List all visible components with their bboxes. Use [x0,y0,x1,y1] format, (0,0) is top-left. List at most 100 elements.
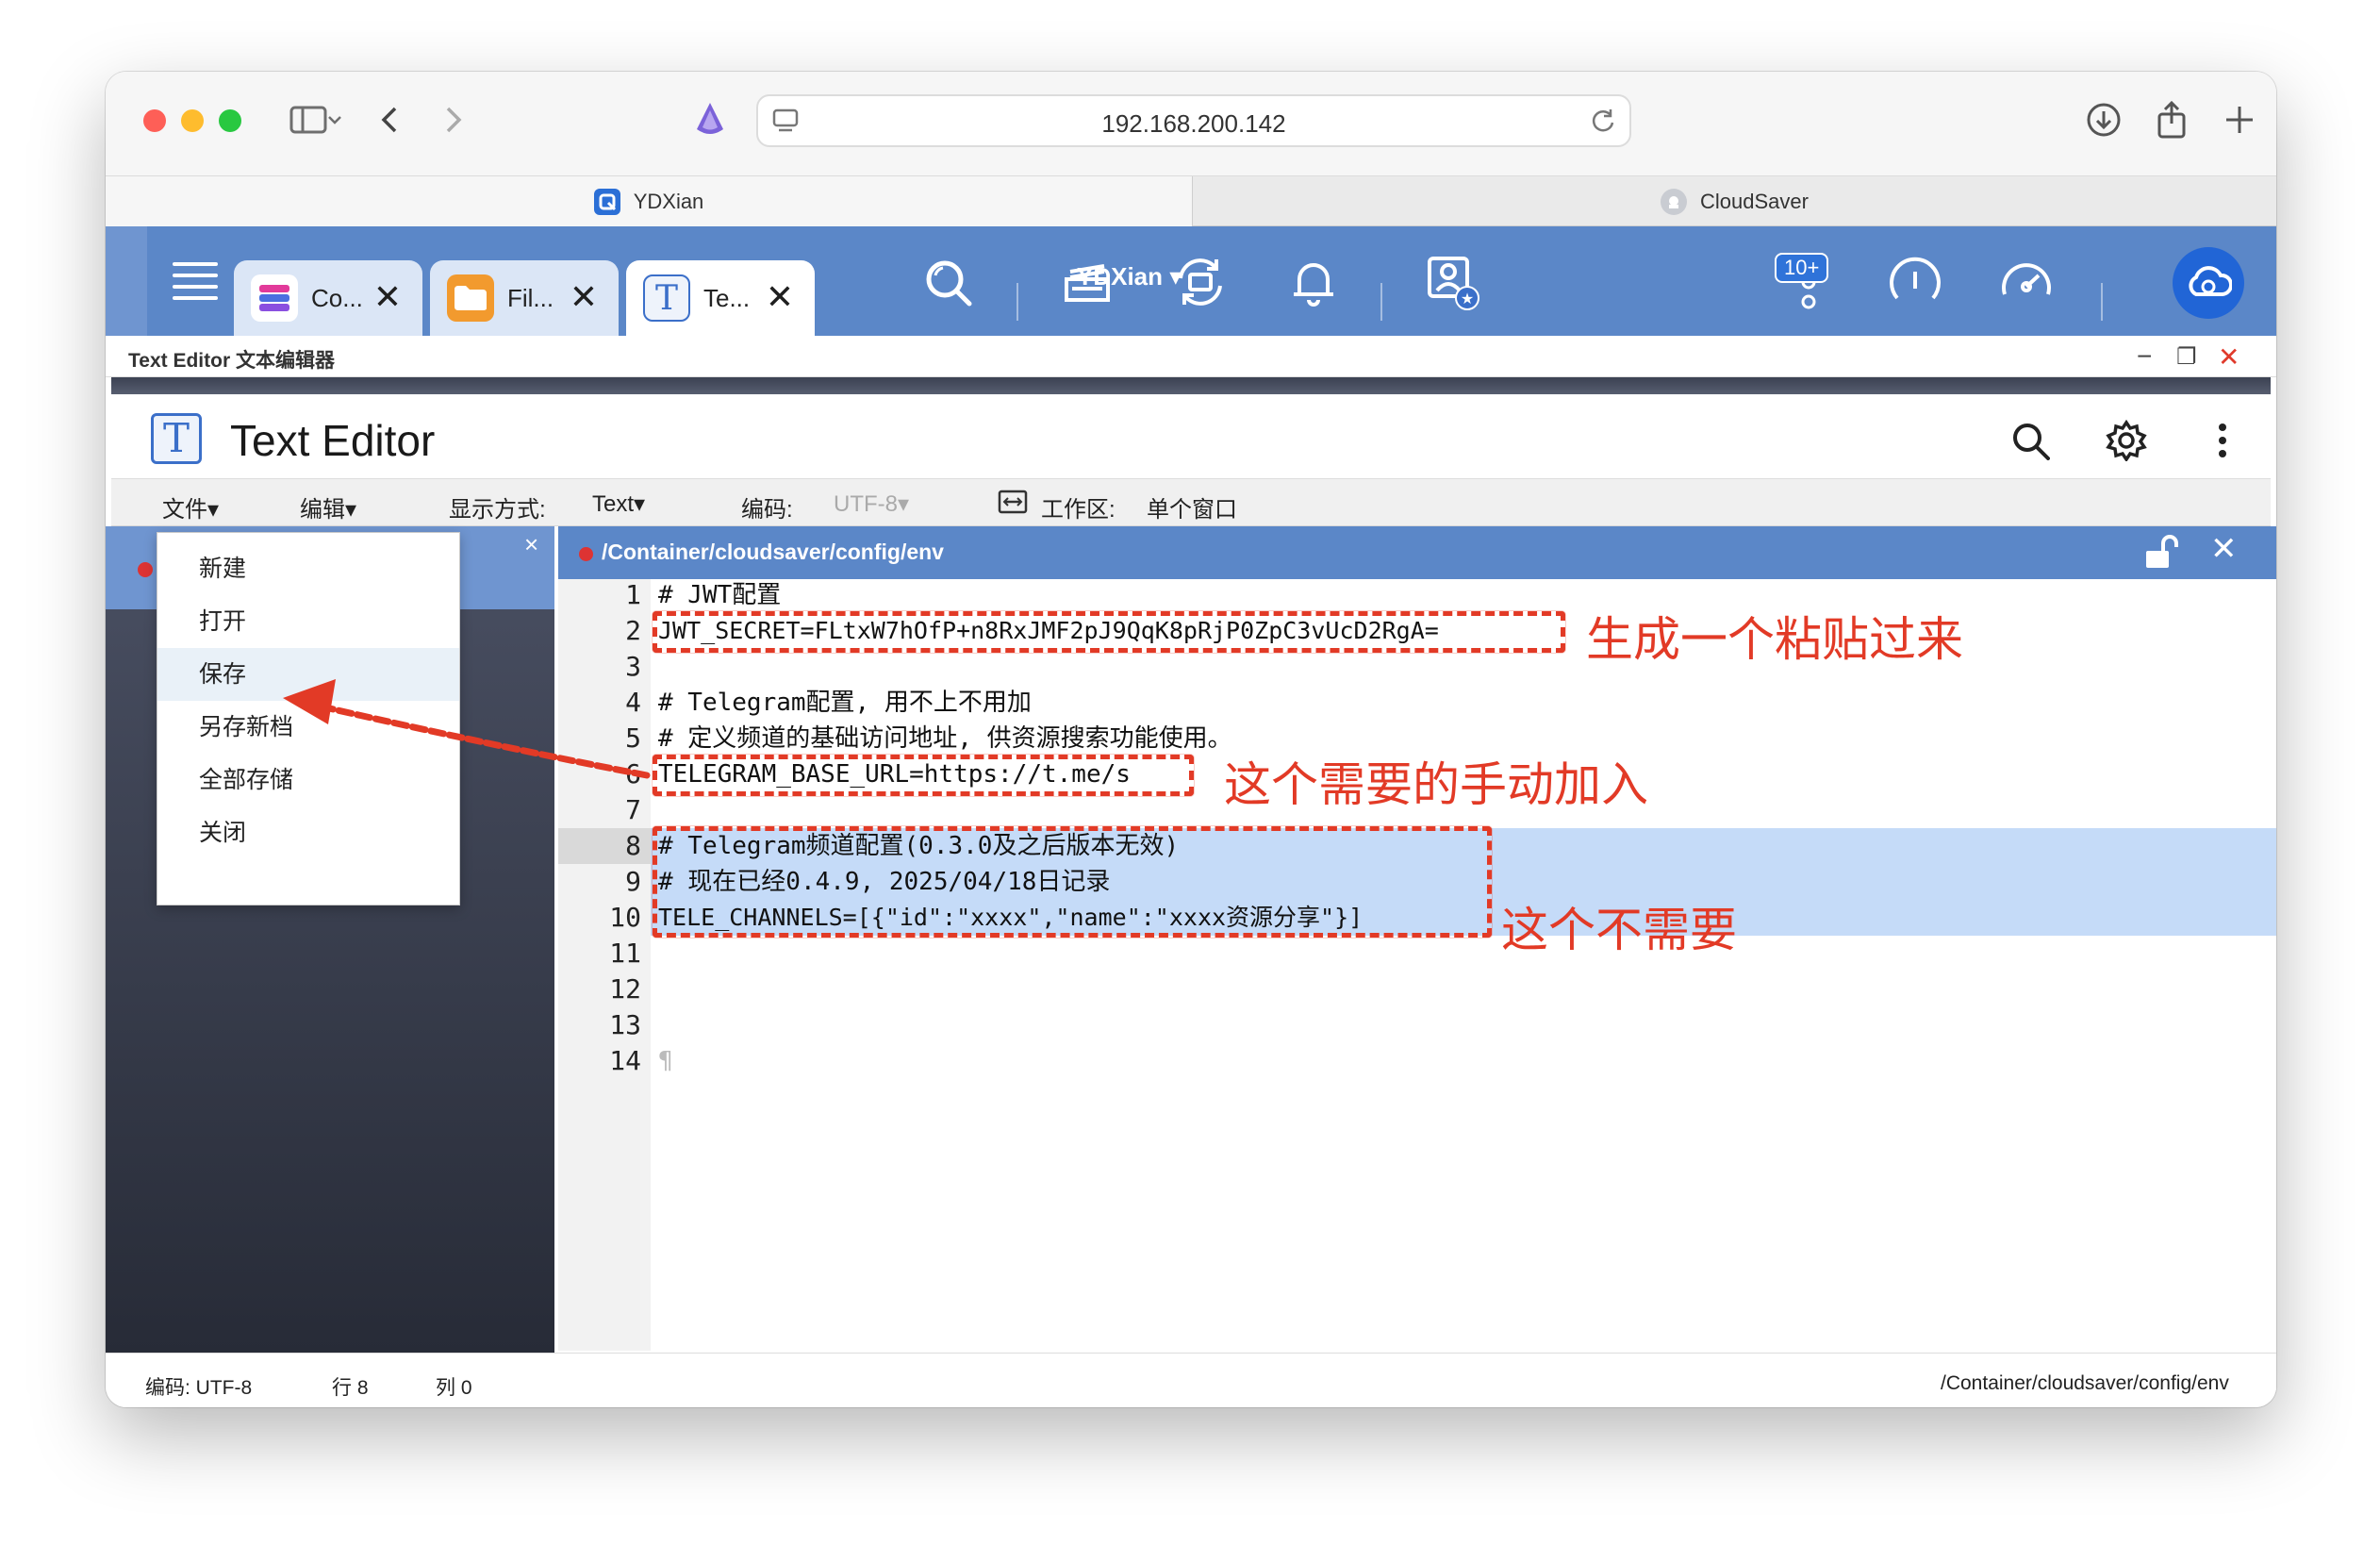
line-number: 13 [609,1009,641,1040]
text-editor-logo-icon: T [151,413,202,464]
code-line: # JWT配置 [658,581,782,609]
title-divider [111,377,2271,394]
menu-bar: 文件▾ 编辑▾ 显示方式: Text▾ 编码: UTF-8▾ 工作区: 单个窗口 [111,479,2271,526]
system-status-icon[interactable] [1886,253,1944,311]
username-dropdown[interactable]: YDXian ▾ [1077,262,1182,291]
address-bar[interactable]: 192.168.200.142 [756,94,1631,147]
restore-icon[interactable]: ❐ [2176,343,2197,371]
download-icon[interactable] [2080,96,2127,143]
code-line: # 定义频道的基础访问地址, 供资源搜索功能使用。 [658,724,1232,753]
menu-item-save[interactable]: 保存 [157,648,459,701]
annotation-text: 生成一个粘贴过来 [1586,612,1963,667]
close-icon[interactable]: ✕ [766,277,794,317]
forward-icon[interactable] [430,96,477,143]
line-number: 9 [625,866,641,897]
qts-app-tab-file-station[interactable]: Fil... ✕ [430,260,619,336]
menu-file[interactable]: 文件▾ [162,490,219,523]
line-number: 11 [609,938,641,969]
qts-top-bar: Co... ✕ Fil... ✕ T Te... ✕ ★ YDXian ▾ 10… [106,226,2276,336]
resource-monitor-icon[interactable] [1997,253,2056,311]
divider [1016,283,1018,321]
close-icon[interactable]: ✕ [2218,341,2240,373]
app-window-title: Text Editor 文本编辑器 [128,350,335,372]
menu-item-open[interactable]: 打开 [157,595,459,648]
line-number: 6 [625,758,641,789]
line-number: 1 [625,579,641,610]
unlock-icon[interactable] [2142,534,2180,576]
close-icon[interactable]: ✕ [373,277,402,317]
encoding-dropdown[interactable]: UTF-8▾ [834,490,909,518]
status-bar: 编码: UTF-8 行 8 列 0 /Container/cloudsaver/… [106,1353,2276,1407]
close-icon[interactable]: ✕ [2210,530,2238,568]
close-icon[interactable]: ✕ [570,277,598,317]
menu-edit[interactable]: 编辑▾ [300,490,356,523]
user-icon[interactable]: ★ [1424,253,1482,311]
line-number: 5 [625,723,641,754]
menu-item-close[interactable]: 关闭 [157,806,459,859]
search-icon[interactable] [918,253,977,311]
browser-tab-label: YDXian [633,190,704,213]
annotation-box-telegram-url [653,755,1194,796]
workspace-dropdown[interactable]: 单个窗口 [1147,490,1237,523]
container-station-icon [251,274,298,322]
file-menu-dropdown: 新建 打开 保存 另存新档 全部存储 关闭 [157,532,460,905]
minimize-window-button[interactable] [181,109,204,132]
browser-toolbar: 192.168.200.142 [106,72,2276,175]
qts-app-tab-container[interactable]: Co... ✕ [234,260,422,336]
browser-tab-strip: × YDXian CloudSaver [106,175,2276,227]
annotation-text: 这个不需要 [1501,903,1737,957]
browser-tab-ydxian[interactable]: YDXian [106,176,1192,227]
line-number: 12 [609,973,641,1005]
status-col: 列 0 [436,1377,472,1399]
close-icon[interactable]: × [524,530,538,559]
code-line: ¶ [658,1047,673,1075]
qts-side-strip [106,226,147,336]
zoom-window-button[interactable] [219,109,241,132]
app-window-titlebar: Text Editor 文本编辑器 − ❐ ✕ [106,336,2276,377]
settings-gear-icon[interactable] [2103,417,2150,464]
display-mode-dropdown[interactable]: Text▾ [592,490,645,518]
annotation-box-tele-channels [653,826,1492,938]
extension-icon[interactable] [686,96,734,143]
more-vertical-icon[interactable] [2199,417,2246,464]
browser-window: 192.168.200.142 × YDXian [106,72,2276,1407]
qts-app-tab-label: Fil... [507,283,554,312]
main-menu-icon[interactable] [166,253,224,311]
browser-tab-label: CloudSaver [1700,190,1809,213]
encoding-label: 编码: [741,497,793,523]
app-header: T Text Editor [111,394,2271,479]
url-text: 192.168.200.142 [1101,109,1286,138]
close-window-button[interactable] [143,109,166,132]
back-icon[interactable] [366,96,413,143]
search-icon[interactable] [2007,417,2054,464]
divider [2101,283,2103,321]
cloudsaver-favicon-icon [1661,189,1688,215]
share-icon[interactable] [2148,96,2195,143]
menu-item-save-all[interactable]: 全部存储 [157,754,459,806]
svg-text:★: ★ [1461,291,1474,307]
new-tab-icon[interactable] [2216,96,2263,143]
qts-app-tab-text-editor[interactable]: T Te... ✕ [626,260,815,336]
status-row: 行 8 [332,1377,369,1399]
annotation-text: 这个需要的手动加入 [1224,757,1648,812]
browser-tab-cloudsaver[interactable]: CloudSaver [1192,176,2276,227]
editor-tab-header: /Container/cloudsaver/config/env ✕ [558,526,2276,579]
line-number: 3 [625,651,641,682]
qnap-favicon-icon [593,189,620,215]
qts-app-tab-label: Co... [311,283,363,312]
menu-item-save-as[interactable]: 另存新档 [157,701,459,754]
editor-file-path: /Container/cloudsaver/config/env [602,540,944,564]
line-number: 7 [625,794,641,825]
myqnapcloud-icon[interactable] [2173,247,2244,319]
line-number: 4 [625,687,641,718]
notification-bell-icon[interactable] [1284,253,1343,311]
menu-item-new[interactable]: 新建 [157,542,459,595]
minimize-icon[interactable]: − [2137,341,2152,372]
chevron-down-icon[interactable] [321,96,349,143]
username-label: YDXian [1077,262,1164,291]
line-number: 10 [609,902,641,933]
unsaved-indicator [138,562,153,577]
reload-icon[interactable] [1590,108,1616,139]
text-editor-icon: T [643,274,690,322]
display-mode-label: 显示方式: [449,497,546,523]
